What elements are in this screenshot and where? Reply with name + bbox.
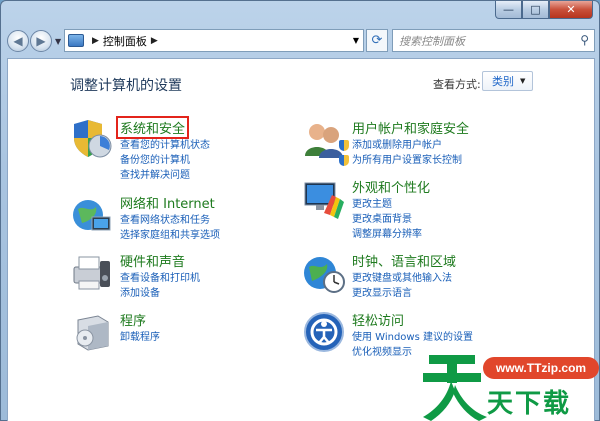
page-title: 调整计算机的设置 — [70, 78, 182, 94]
link-homegroup-sharing[interactable]: 选择家庭组和共享选项 — [120, 228, 220, 243]
category-title[interactable]: 网络和 Internet — [120, 193, 215, 212]
link-devices-printers[interactable]: 查看设备和打印机 — [120, 271, 200, 286]
category-title[interactable]: 用户帐户和家庭安全 — [352, 118, 469, 137]
chevron-down-icon: ▼ — [520, 77, 526, 85]
close-button[interactable]: ✕ — [549, 1, 593, 19]
control-panel-window: — □ ✕ ◀ ▶ ▼ ▶ 控制面板 ▶ ▼ ⟳ 搜索控制面板 ⚲ 调整计算机的… — [0, 0, 600, 421]
back-button[interactable]: ◀ — [7, 30, 29, 52]
control-panel-icon — [68, 34, 84, 47]
watermark-url: www.TTzip.com — [483, 357, 599, 379]
watermark-logo — [423, 355, 487, 421]
monitor-palette-icon — [304, 182, 344, 219]
link-desktop-background[interactable]: 更改桌面背景 — [352, 212, 422, 227]
back-arrow-icon: ◀ — [13, 34, 23, 48]
ease-of-access-icon — [304, 312, 344, 352]
breadcrumb-control-panel[interactable]: 控制面板 — [103, 33, 147, 49]
link-display-language[interactable]: 更改显示语言 — [352, 286, 452, 301]
program-box-icon — [76, 315, 109, 351]
view-by-value: 类别 — [492, 75, 514, 88]
category-title[interactable]: 程序 — [120, 310, 146, 329]
view-by-label: 查看方式: — [433, 78, 481, 91]
link-uninstall-program[interactable]: 卸载程序 — [120, 330, 160, 345]
watermark-text: 天下载 — [487, 389, 572, 419]
forward-button[interactable]: ▶ — [30, 30, 52, 52]
search-placeholder: 搜索控制面板 — [399, 34, 465, 48]
maximize-button[interactable]: □ — [522, 1, 549, 19]
window-caption-buttons: — □ ✕ — [495, 1, 593, 21]
refresh-icon: ⟳ — [371, 33, 383, 48]
breadcrumb-separator-icon[interactable]: ▶ — [151, 36, 158, 46]
link-keyboard-input[interactable]: 更改键盘或其他输入法 — [352, 271, 452, 286]
printer-speaker-icon — [73, 256, 110, 290]
search-icon[interactable]: ⚲ — [580, 33, 589, 47]
forward-arrow-icon: ▶ — [36, 34, 46, 48]
refresh-button[interactable]: ⟳ — [366, 29, 388, 52]
link-parental-controls[interactable]: 为所有用户设置家长控制 — [339, 153, 462, 168]
navigation-bar: ◀ ▶ ▼ ▶ 控制面板 ▶ ▼ ⟳ 搜索控制面板 ⚲ — [7, 28, 595, 54]
link-troubleshoot[interactable]: 查找并解决问题 — [120, 168, 210, 183]
search-input[interactable]: 搜索控制面板 ⚲ — [392, 29, 595, 52]
link-network-status[interactable]: 查看网络状态和任务 — [120, 213, 220, 228]
address-bar[interactable]: ▶ 控制面板 ▶ ▼ — [64, 29, 364, 52]
shield-computer-icon — [74, 120, 112, 158]
breadcrumb-separator-icon[interactable]: ▶ — [92, 36, 99, 46]
address-dropdown-icon[interactable]: ▼ — [353, 36, 359, 45]
link-change-theme[interactable]: 更改主题 — [352, 197, 422, 212]
link-add-remove-accounts[interactable]: 添加或删除用户帐户 — [339, 138, 462, 153]
network-globe-icon — [73, 200, 111, 231]
watermark: www.TTzip.com 天下载 — [421, 341, 600, 421]
recent-pages-dropdown-icon[interactable]: ▼ — [55, 37, 61, 46]
clock-globe-icon — [304, 257, 345, 293]
link-screen-resolution[interactable]: 调整屏幕分辨率 — [352, 227, 422, 242]
category-title[interactable]: 轻松访问 — [352, 310, 404, 329]
minimize-button[interactable]: — — [495, 1, 522, 19]
link-add-device[interactable]: 添加设备 — [120, 286, 200, 301]
link-backup-computer[interactable]: 备份您的计算机 — [120, 153, 210, 168]
category-title[interactable]: 外观和个性化 — [352, 177, 430, 196]
link-view-computer-status[interactable]: 查看您的计算机状态 — [120, 138, 210, 153]
view-by-select[interactable]: 类别 ▼ — [482, 71, 533, 91]
category-title[interactable]: 系统和安全 — [115, 116, 190, 139]
category-title[interactable]: 时钟、语言和区域 — [352, 251, 456, 270]
category-title[interactable]: 硬件和声音 — [120, 251, 185, 270]
